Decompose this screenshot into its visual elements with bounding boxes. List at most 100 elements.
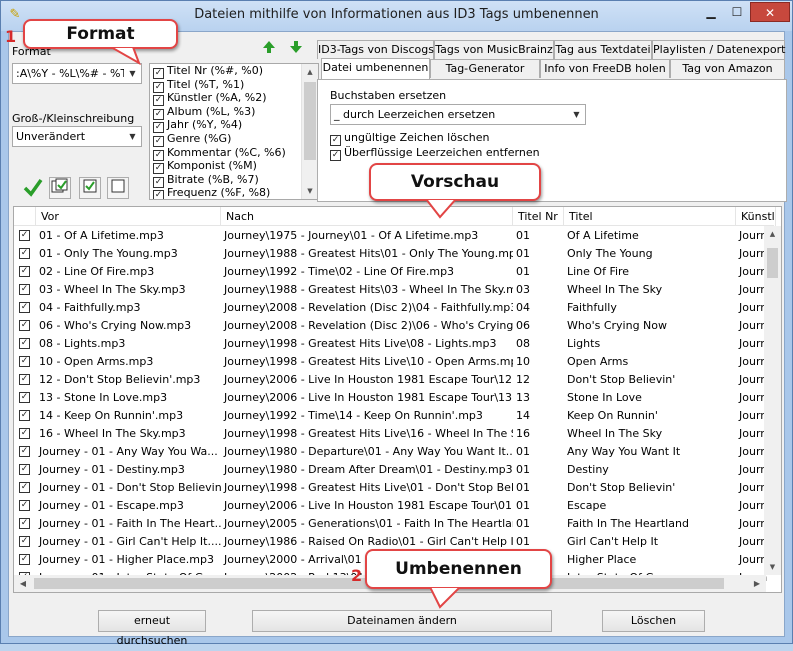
placeholder-item[interactable]: ✓Jahr (%Y, %4) (150, 118, 318, 132)
row-checkbox[interactable]: ✓ (19, 230, 30, 241)
placeholder-item[interactable]: ✓Album (%L, %3) (150, 105, 318, 119)
placeholder-item[interactable]: ✓Frequenz (%F, %8) (150, 186, 318, 200)
table-row[interactable]: ✓01 - Only The Young.mp3Journey\1988 - G… (14, 245, 766, 263)
row-checkbox[interactable]: ✓ (19, 338, 30, 349)
replace-combo[interactable]: _ durch Leerzeichen ersetzen ▼ (330, 104, 586, 125)
row-checkbox[interactable]: ✓ (19, 500, 30, 511)
row-checkbox[interactable]: ✓ (19, 410, 30, 421)
minimize-button[interactable]: ▁ (698, 2, 724, 22)
chevron-down-icon[interactable]: ▼ (124, 127, 141, 146)
checked-box-icon[interactable] (79, 177, 101, 199)
row-checkbox[interactable]: ✓ (19, 464, 30, 475)
delete-button[interactable]: Löschen (602, 610, 705, 632)
table-row[interactable]: ✓12 - Don't Stop Believin'.mp3Journey\20… (14, 371, 766, 389)
table-row[interactable]: ✓01 - Of A Lifetime.mp3Journey\1975 - Jo… (14, 227, 766, 245)
table-row[interactable]: ✓Journey - 01 - Don't Stop Believin...Jo… (14, 479, 766, 497)
row-checkbox[interactable]: ✓ (19, 356, 30, 367)
scroll-down-icon[interactable]: ▼ (764, 559, 781, 575)
placeholder-item[interactable]: ✓Künstler (%A, %2) (150, 91, 318, 105)
row-checkbox[interactable]: ✓ (19, 248, 30, 259)
table-row[interactable]: ✓04 - Faithfully.mp3Journey\2008 - Revel… (14, 299, 766, 317)
format-combo[interactable]: :A\%Y - %L\%# - %T ▼ (12, 63, 142, 84)
invalid-chars-option[interactable]: ✓ungültige Zeichen löschen (330, 131, 489, 146)
close-button[interactable]: ✕ (750, 2, 790, 22)
checkbox-invalid-chars[interactable]: ✓ (330, 135, 341, 146)
tab-amazon[interactable]: Tag von Amazon (670, 59, 785, 78)
checkbox-extra-spaces[interactable]: ✓ (330, 150, 341, 161)
row-checkbox[interactable]: ✓ (19, 320, 30, 331)
placeholder-item[interactable]: ✓Genre (%G) (150, 132, 318, 146)
empty-box-icon[interactable] (107, 177, 129, 199)
row-checkbox[interactable]: ✓ (19, 482, 30, 493)
replace-label: Buchstaben ersetzen (330, 89, 446, 102)
table-cell: 01 (513, 443, 564, 461)
scroll-up-icon[interactable]: ▲ (302, 64, 318, 80)
placeholder-item[interactable]: ✓Titel (%T, %1) (150, 78, 318, 92)
table-row[interactable]: ✓Journey - 01 - Faith In The Heart...Jou… (14, 515, 766, 533)
scroll-up-icon[interactable]: ▲ (764, 226, 781, 242)
rename-files-button[interactable]: Dateinamen ändern (252, 610, 552, 632)
placeholder-item[interactable]: ✓Komponist (%M) (150, 159, 318, 173)
header-track-no[interactable]: Titel Nr (513, 207, 564, 226)
table-row[interactable]: ✓16 - Wheel In The Sky.mp3Journey\1998 -… (14, 425, 766, 443)
row-checkbox[interactable]: ✓ (19, 266, 30, 277)
table-row[interactable]: ✓Journey - 01 - Any Way You Wa...Journey… (14, 443, 766, 461)
tab-discogs[interactable]: ID3-Tags von Discogs (317, 40, 434, 59)
tab-rename-file[interactable]: Datei umbenennen (321, 58, 430, 79)
table-cell: Journey\1980 - Dream After Dream\01 - De… (221, 461, 513, 479)
table-row[interactable]: ✓03 - Wheel In The Sky.mp3Journey\1988 -… (14, 281, 766, 299)
checklist-scrollbar[interactable]: ▲ ▼ (301, 64, 318, 199)
up-arrow-icon[interactable] (262, 40, 276, 58)
grid-vertical-scrollbar[interactable]: ▲ ▼ (764, 226, 781, 575)
row-checkbox[interactable]: ✓ (19, 302, 30, 313)
scroll-down-icon[interactable]: ▼ (302, 183, 318, 199)
row-checkbox[interactable]: ✓ (19, 428, 30, 439)
table-row[interactable]: ✓14 - Keep On Runnin'.mp3Journey\1992 - … (14, 407, 766, 425)
preview-grid[interactable]: Vor Nach Titel Nr Titel Künstler ✓01 - O… (13, 206, 782, 593)
tab-musicbrainz[interactable]: Tags von MusicBrainz (434, 40, 554, 59)
checkbox[interactable]: ✓ (153, 190, 164, 200)
table-row[interactable]: ✓06 - Who's Crying Now.mp3Journey\2008 -… (14, 317, 766, 335)
scroll-left-icon[interactable]: ◀ (16, 575, 30, 592)
header-artist[interactable]: Künstler (736, 207, 776, 226)
table-cell: 01 (513, 497, 564, 515)
placeholder-checklist[interactable]: ✓Titel Nr (%#, %0)✓Titel (%T, %1)✓Künstl… (149, 63, 319, 200)
header-title[interactable]: Titel (564, 207, 736, 226)
tab-freedb[interactable]: Info von FreeDB holen (540, 59, 670, 78)
tab-playlists[interactable]: Playlisten / Datenexport (652, 40, 785, 59)
table-row[interactable]: ✓08 - Lights.mp3Journey\1998 - Greatest … (14, 335, 766, 353)
placeholder-item[interactable]: ✓Titel Nr (%#, %0) (150, 64, 318, 78)
row-checkbox[interactable]: ✓ (19, 518, 30, 529)
down-arrow-icon[interactable] (289, 40, 303, 58)
invalid-chars-label: ungültige Zeichen löschen (344, 131, 489, 144)
table-row[interactable]: ✓Journey - 01 - Destiny.mp3Journey\1980 … (14, 461, 766, 479)
row-checkbox[interactable]: ✓ (19, 284, 30, 295)
table-row[interactable]: ✓Journey - 01 - Escape.mp3Journey\2006 -… (14, 497, 766, 515)
header-before[interactable]: Vor (36, 207, 221, 226)
case-combo[interactable]: Unverändert ▼ (12, 126, 142, 147)
green-checkmark-icon[interactable] (22, 177, 44, 199)
row-checkbox[interactable]: ✓ (19, 536, 30, 547)
checklist-icon[interactable] (49, 177, 71, 199)
scrollbar-thumb[interactable] (304, 82, 316, 160)
table-row[interactable]: ✓02 - Line Of Fire.mp3Journey\1992 - Tim… (14, 263, 766, 281)
placeholder-item[interactable]: ✓Bitrate (%B, %7) (150, 173, 318, 187)
header-after[interactable]: Nach (221, 207, 513, 226)
tab-tag-generator[interactable]: Tag-Generator (430, 59, 540, 78)
placeholder-item[interactable]: ✓Kommentar (%C, %6) (150, 146, 318, 160)
row-checkbox[interactable]: ✓ (19, 374, 30, 385)
table-row[interactable]: ✓13 - Stone In Love.mp3Journey\2006 - Li… (14, 389, 766, 407)
scrollbar-thumb[interactable] (767, 248, 778, 278)
row-checkbox[interactable]: ✓ (19, 392, 30, 403)
rescan-button[interactable]: erneut durchsuchen (98, 610, 206, 632)
maximize-button[interactable]: ☐ (724, 2, 750, 22)
row-checkbox[interactable]: ✓ (19, 554, 30, 565)
chevron-down-icon[interactable]: ▼ (568, 105, 585, 124)
chevron-down-icon[interactable]: ▼ (124, 64, 141, 83)
table-row[interactable]: ✓10 - Open Arms.mp3Journey\1998 - Greate… (14, 353, 766, 371)
table-cell: Journey\1992 - Time\02 - Line Of Fire.mp… (221, 263, 513, 281)
tab-textfile[interactable]: Tag aus Textdatei (554, 40, 652, 59)
scroll-right-icon[interactable]: ▶ (750, 575, 764, 592)
extra-spaces-option[interactable]: ✓Überflüssige Leerzeichen entfernen (330, 146, 540, 161)
row-checkbox[interactable]: ✓ (19, 446, 30, 457)
